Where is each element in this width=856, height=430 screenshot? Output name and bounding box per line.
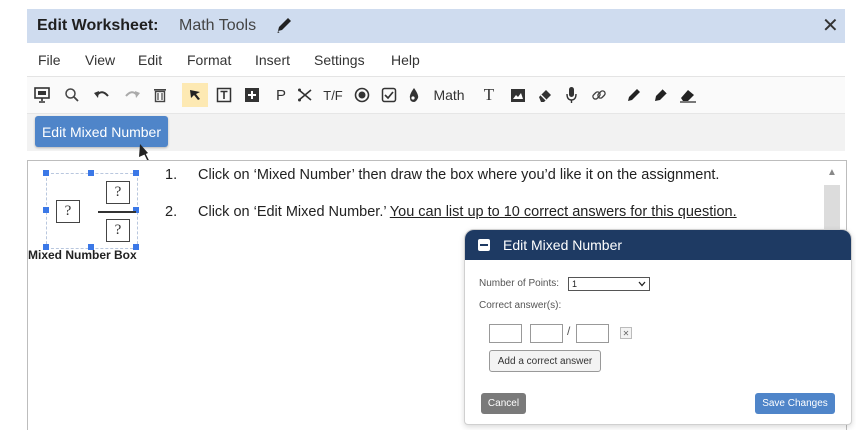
edit-mixed-number-dialog: Edit Mixed Number Number of Points: 1 Co… [464,229,852,425]
whole-number-box[interactable]: ? [56,200,80,223]
pencil-icon[interactable] [275,15,293,35]
step-number: 1. [165,167,178,183]
menu-format[interactable]: Format [187,52,231,68]
trash-icon[interactable] [149,83,171,107]
step-text-underlined: You can list up to 10 correct answers fo… [389,204,737,220]
dialog-title: Edit Mixed Number [503,237,623,253]
text-box-icon[interactable] [213,83,235,107]
link-icon[interactable] [588,83,610,107]
menu-edit[interactable]: Edit [138,52,162,68]
answer-whole-input[interactable] [489,324,522,343]
step-text: Click on ‘Edit Mixed Number.’ You can li… [198,204,737,220]
worksheet-name[interactable]: Math Tools [179,17,256,35]
highlighter-eraser-icon[interactable] [677,83,699,107]
remove-answer-icon[interactable]: ✕ [620,327,632,339]
step-number: 2. [165,204,178,220]
redo-icon[interactable] [121,83,143,107]
resize-handle[interactable] [88,170,94,176]
points-select-value: 1 [572,279,578,289]
menu-view[interactable]: View [85,52,115,68]
denominator-box[interactable]: ? [106,219,130,242]
menu-settings[interactable]: Settings [314,52,365,68]
text-tool[interactable]: T [479,83,499,107]
title-bar: Edit Worksheet: Math Tools ✕ [27,9,845,43]
menu-file[interactable]: File [38,52,61,68]
presentation-icon[interactable] [31,83,53,107]
marker-icon[interactable] [650,83,672,107]
fraction-bar [98,211,136,213]
add-correct-answer-button[interactable]: Add a correct answer [489,350,601,372]
save-changes-button[interactable]: Save Changes [755,393,835,414]
math-tool[interactable]: Math [429,83,469,107]
correct-answers-label: Correct answer(s): [479,300,562,311]
chevron-down-icon [638,281,646,287]
eraser-icon[interactable] [534,83,556,107]
select-pointer-icon[interactable] [182,83,208,107]
dialog-header: Edit Mixed Number [465,230,851,260]
undo-icon[interactable] [91,83,113,107]
menu-insert[interactable]: Insert [255,52,290,68]
step-text: Click on ‘Mixed Number’ then draw the bo… [198,167,720,183]
pen-icon[interactable] [623,83,645,107]
menu-help[interactable]: Help [391,52,420,68]
mixed-number-box-label: Mixed Number Box [28,248,137,262]
points-select[interactable]: 1 [568,277,650,291]
answer-numerator-input[interactable] [530,324,563,343]
image-icon[interactable] [507,83,529,107]
checkbox-icon[interactable] [378,83,400,107]
resize-handle[interactable] [43,170,49,176]
points-label: Number of Points: [479,278,560,289]
drop-tool-icon[interactable] [404,83,424,107]
resize-handle[interactable] [43,207,49,213]
minimize-icon[interactable] [478,239,490,251]
resize-handle[interactable] [133,170,139,176]
add-image-box-icon[interactable] [241,83,263,107]
numerator-box[interactable]: ? [106,181,130,204]
paragraph-tool[interactable]: P [271,83,291,107]
menu-bar: File View Edit Format Insert Settings He… [27,43,845,77]
step-text-plain: Click on ‘Edit Mixed Number.’ [198,204,390,220]
toolbar: P T/F Math T [27,77,845,114]
zoom-icon[interactable] [61,83,83,107]
matching-icon[interactable] [294,83,316,107]
fraction-slash: / [567,324,571,338]
audio-icon[interactable] [561,83,583,107]
cancel-button[interactable]: Cancel [481,393,526,414]
true-false-tool[interactable]: T/F [320,83,346,107]
window-title-label: Edit Worksheet: [37,17,159,34]
radio-button-icon[interactable] [351,83,373,107]
scroll-up-arrow[interactable]: ▲ [824,167,840,179]
close-icon[interactable]: ✕ [822,13,839,38]
answer-denominator-input[interactable] [576,324,609,343]
